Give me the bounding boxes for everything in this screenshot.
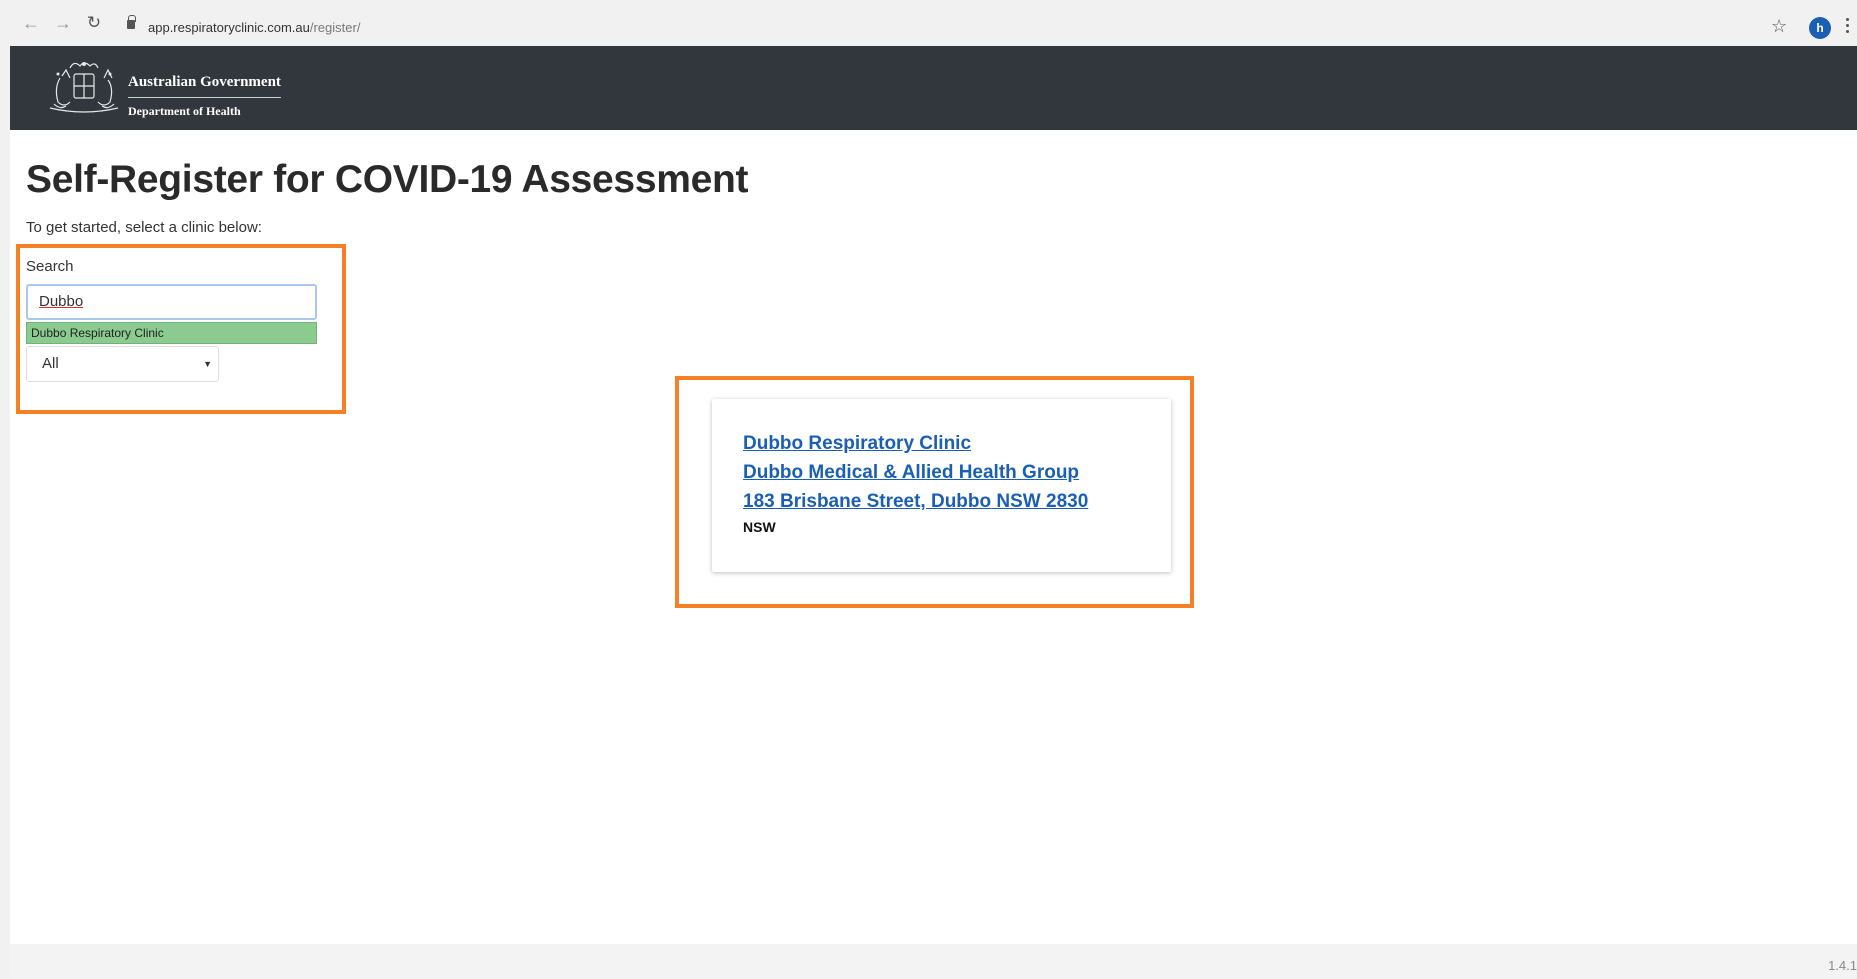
reload-icon[interactable]: ↻	[85, 14, 103, 32]
lock-icon[interactable]	[127, 15, 136, 29]
state-select[interactable]: All ▼	[26, 346, 219, 382]
search-input-value: Dubbo	[39, 293, 84, 310]
page-title: Self-Register for COVID-19 Assessment	[26, 158, 749, 201]
dropdown-arrow-icon: ▼	[203, 359, 212, 369]
coat-of-arms-logo	[49, 62, 119, 113]
practice-name-link[interactable]: Dubbo Medical & Allied Health Group	[743, 462, 1079, 484]
star-icon[interactable]: ☆	[1771, 17, 1787, 35]
department-name: Department of Health	[128, 104, 241, 118]
kebab-menu-icon[interactable]	[1846, 18, 1850, 36]
page-footer: 1.4.1	[10, 944, 1857, 979]
gov-name: Australian Government	[128, 74, 281, 98]
forward-arrow-icon[interactable]: →	[54, 14, 72, 32]
state-select-value: All	[42, 355, 59, 372]
avatar[interactable]: h	[1809, 17, 1831, 39]
intro-text: To get started, select a clinic below:	[26, 219, 262, 236]
search-label: Search	[26, 258, 74, 275]
clinic-result-card: Dubbo Respiratory Clinic Dubbo Medical &…	[712, 399, 1171, 572]
page-content: Australian Government Department of Heal…	[10, 46, 1857, 979]
clinic-name-link[interactable]: Dubbo Respiratory Clinic	[743, 433, 971, 455]
autocomplete-suggestion[interactable]: Dubbo Respiratory Clinic	[26, 322, 317, 344]
url-path: /register/	[309, 20, 361, 35]
version-text: 1.4.1	[1828, 958, 1857, 973]
browser-toolbar: ← → ↻ app.respiratoryclinic.com.au/regis…	[0, 0, 1857, 46]
search-input[interactable]: Dubbo	[26, 284, 317, 320]
site-header: Australian Government Department of Heal…	[10, 46, 1857, 130]
back-arrow-icon[interactable]: ←	[22, 14, 40, 32]
gov-branding: Australian Government Department of Heal…	[128, 74, 281, 119]
address-link[interactable]: 183 Brisbane Street, Dubbo NSW 2830	[743, 491, 1088, 513]
address-bar[interactable]: app.respiratoryclinic.com.au/register/	[148, 20, 360, 35]
clinic-state: NSW	[743, 519, 776, 535]
url-host: app.respiratoryclinic.com.au	[148, 20, 310, 35]
